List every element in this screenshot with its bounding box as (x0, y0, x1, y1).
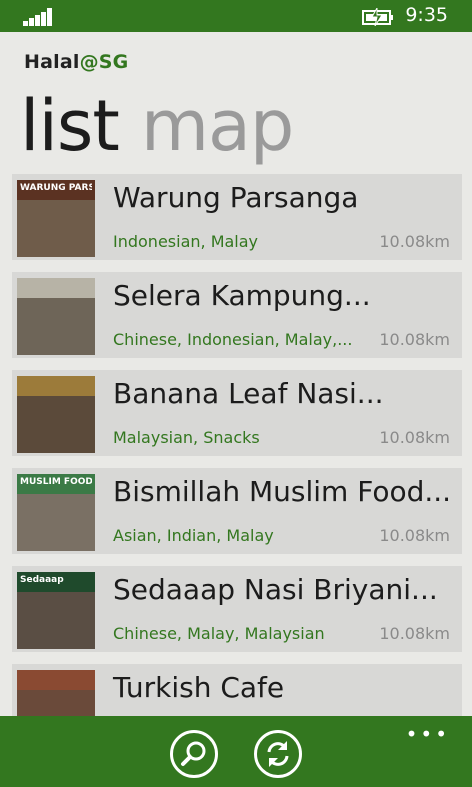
restaurant-name: Bismillah Muslim Food... (113, 475, 452, 508)
photo-sign-text: Sedaaap (20, 575, 64, 585)
restaurant-photo (17, 278, 95, 355)
restaurant-photo (17, 376, 95, 453)
list-item[interactable]: Selera Kampung... Chinese, Indonesian, M… (12, 272, 462, 358)
pivot-header: list map (20, 82, 295, 170)
app-bar: ••• (0, 716, 472, 787)
restaurant-name: Turkish Cafe (113, 671, 285, 704)
photo-sign: WARUNG PARSANGA (17, 180, 95, 200)
search-icon (181, 741, 206, 766)
photo-sign: MUSLIM FOOD STALL (17, 474, 95, 494)
app-title-main: Halal (24, 51, 80, 73)
list-item[interactable]: Sedaaap Sedaaap Nasi Briyani... Chinese,… (12, 566, 462, 652)
restaurant-name: Banana Leaf Nasi... (113, 377, 384, 410)
status-bar: 9:35 (0, 0, 472, 32)
photo-sign: Sedaaap (17, 572, 95, 592)
restaurant-distance: 10.08km (379, 624, 450, 643)
photo-sign (17, 278, 95, 298)
restaurant-name: Selera Kampung... (113, 279, 371, 312)
app-title: Halal@SG (24, 51, 128, 73)
list-item[interactable]: WARUNG PARSANGA Warung Parsanga Indonesi… (12, 174, 462, 260)
restaurant-distance: 10.08km (379, 232, 450, 251)
refresh-button[interactable] (254, 730, 302, 778)
photo-shopfront (17, 494, 95, 551)
refresh-icon (267, 741, 289, 767)
photo-shopfront (17, 592, 95, 649)
restaurant-distance: 10.08km (379, 428, 450, 447)
restaurant-distance: 10.08km (379, 330, 450, 349)
search-button[interactable] (170, 730, 218, 778)
photo-shopfront (17, 396, 95, 453)
tab-map[interactable]: map (141, 85, 295, 167)
restaurant-name: Warung Parsanga (113, 181, 359, 214)
photo-sign-text: WARUNG PARSANGA (20, 183, 92, 193)
photo-shopfront (17, 200, 95, 257)
restaurant-cuisine: Malaysian, Snacks (113, 428, 260, 447)
battery-charging-icon (362, 8, 393, 26)
restaurant-list: WARUNG PARSANGA Warung Parsanga Indonesi… (12, 174, 462, 762)
list-item[interactable]: Banana Leaf Nasi... Malaysian, Snacks 10… (12, 370, 462, 456)
clock-time: 9:35 (405, 4, 448, 26)
restaurant-cuisine: Asian, Indian, Malay (113, 526, 274, 545)
restaurant-distance: 10.08km (379, 526, 450, 545)
restaurant-photo: MUSLIM FOOD STALL (17, 474, 95, 551)
tab-list[interactable]: list (20, 85, 120, 167)
signal-icon (23, 6, 55, 26)
restaurant-photo: Sedaaap (17, 572, 95, 649)
more-options-button[interactable]: ••• (406, 722, 450, 746)
photo-sign (17, 670, 95, 690)
photo-sign-text: MUSLIM FOOD STALL (20, 477, 92, 487)
app-title-at: @ (79, 51, 99, 73)
app-title-accent: SG (98, 51, 129, 73)
photo-shopfront (17, 298, 95, 355)
restaurant-cuisine: Chinese, Malay, Malaysian (113, 624, 325, 643)
photo-sign (17, 376, 95, 396)
list-item[interactable]: MUSLIM FOOD STALL Bismillah Muslim Food.… (12, 468, 462, 554)
restaurant-cuisine: Chinese, Indonesian, Malay,... (113, 330, 353, 349)
restaurant-cuisine: Indonesian, Malay (113, 232, 259, 251)
restaurant-name: Sedaaap Nasi Briyani... (113, 573, 438, 606)
restaurant-photo: WARUNG PARSANGA (17, 180, 95, 257)
